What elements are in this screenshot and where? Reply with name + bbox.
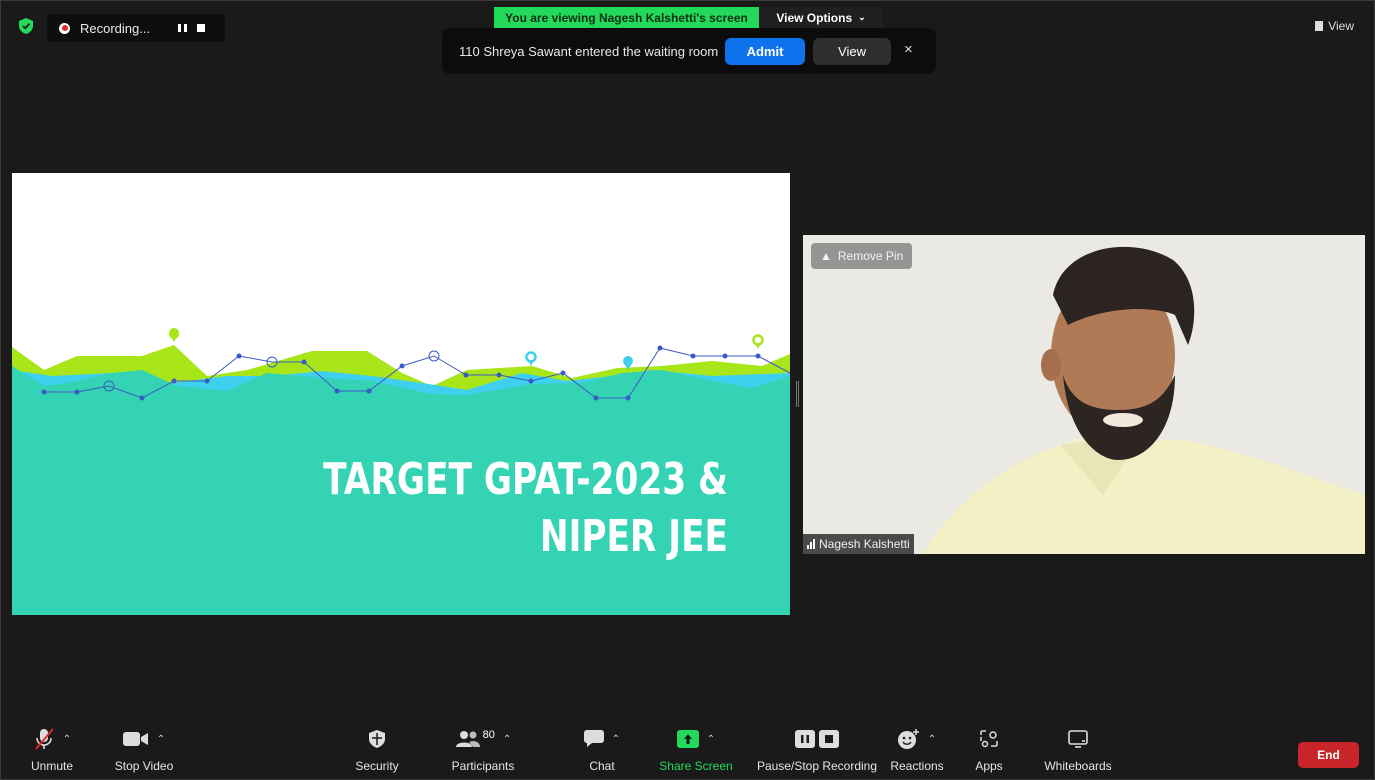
signal-strength-icon: [807, 539, 815, 549]
view-label: View: [1328, 19, 1354, 33]
view-icon: [1315, 21, 1324, 31]
security-shield-icon: [369, 730, 385, 748]
security-button[interactable]: Security: [322, 725, 432, 773]
shield-icon[interactable]: [19, 18, 33, 34]
view-waiting-room-button[interactable]: View: [813, 38, 891, 65]
view-options-label: View Options: [776, 10, 853, 25]
meeting-toolbar: ⌃ Unmute ⌃ Stop Video Security 80 ⌃ Part…: [1, 725, 1374, 779]
pause-stop-recording-label: Pause/Stop Recording: [756, 759, 878, 773]
reactions-smiley-icon: [897, 729, 919, 749]
participant-name: Nagesh Kalshetti: [819, 537, 910, 551]
chevron-up-icon[interactable]: ⌃: [612, 734, 620, 745]
pin-icon: ▲: [820, 249, 832, 263]
whiteboard-icon: [1068, 730, 1088, 748]
resize-handle[interactable]: [796, 381, 799, 407]
share-screen-button[interactable]: ⌃ Share Screen: [641, 725, 751, 773]
end-meeting-button[interactable]: End: [1298, 742, 1359, 768]
recording-label: Recording...: [80, 20, 151, 36]
meeting-window: Recording... You are viewing Nagesh Kals…: [0, 0, 1375, 780]
recording-indicator: Recording...: [47, 14, 225, 42]
remove-pin-button[interactable]: ▲ Remove Pin: [811, 243, 913, 269]
chat-bubble-icon: [583, 730, 604, 747]
participants-label: Participants: [451, 759, 515, 773]
stop-video-label: Stop Video: [114, 759, 174, 773]
chevron-up-icon[interactable]: ⌃: [707, 734, 715, 745]
record-icon: [59, 22, 70, 34]
pause-icon: [795, 730, 815, 748]
chevron-up-icon[interactable]: ⌃: [503, 734, 511, 745]
pause-recording-icon[interactable]: [178, 24, 188, 32]
shared-screen-slide: TARGET GPAT-2023 & NIPER JEE: [12, 173, 790, 615]
admit-button[interactable]: Admit: [725, 38, 805, 65]
participants-icon: [455, 731, 480, 747]
chevron-up-icon[interactable]: ⌃: [63, 734, 71, 745]
chat-label: Chat: [589, 759, 615, 773]
chevron-down-icon: ⌄: [858, 12, 866, 22]
stop-icon: [819, 730, 839, 748]
stop-video-button[interactable]: ⌃ Stop Video: [89, 725, 199, 773]
participant-video: ▲ Remove Pin Nagesh Kalshetti: [803, 235, 1365, 554]
waiting-room-notification: 110 Shreya Sawant entered the waiting ro…: [442, 28, 936, 74]
unmute-label: Unmute: [30, 759, 74, 773]
apps-icon: [980, 730, 998, 748]
stop-recording-icon[interactable]: [197, 24, 206, 32]
whiteboards-button[interactable]: Whiteboards: [1023, 725, 1133, 773]
slide-title: TARGET GPAT-2023 & NIPER JEE: [323, 451, 728, 565]
video-camera-icon: [122, 732, 148, 746]
slide-title-line1: TARGET GPAT-2023 &: [323, 454, 728, 505]
view-button[interactable]: View: [1315, 19, 1354, 33]
chevron-up-icon[interactable]: ⌃: [157, 734, 165, 745]
close-icon[interactable]: ×: [904, 41, 913, 58]
participant-name-tag: Nagesh Kalshetti: [803, 534, 914, 554]
share-screen-label: Share Screen: [659, 759, 733, 773]
remove-pin-label: Remove Pin: [837, 249, 904, 263]
participants-button[interactable]: 80 ⌃ Participants: [428, 725, 538, 773]
security-label: Security: [355, 759, 399, 773]
waiting-room-message: 110 Shreya Sawant entered the waiting ro…: [459, 43, 719, 59]
participants-count: 80: [482, 729, 495, 741]
apps-label: Apps: [975, 759, 1003, 773]
share-screen-icon: [676, 730, 699, 748]
participant-avatar: [803, 235, 1365, 554]
slide-title-line2: NIPER JEE: [539, 511, 728, 562]
muted-microphone-icon: [35, 728, 54, 750]
viewing-screen-banner: You are viewing Nagesh Kalshetti's scree…: [494, 7, 759, 28]
whiteboards-label: Whiteboards: [1044, 759, 1112, 773]
view-options-button[interactable]: View Options ⌄: [759, 7, 883, 28]
